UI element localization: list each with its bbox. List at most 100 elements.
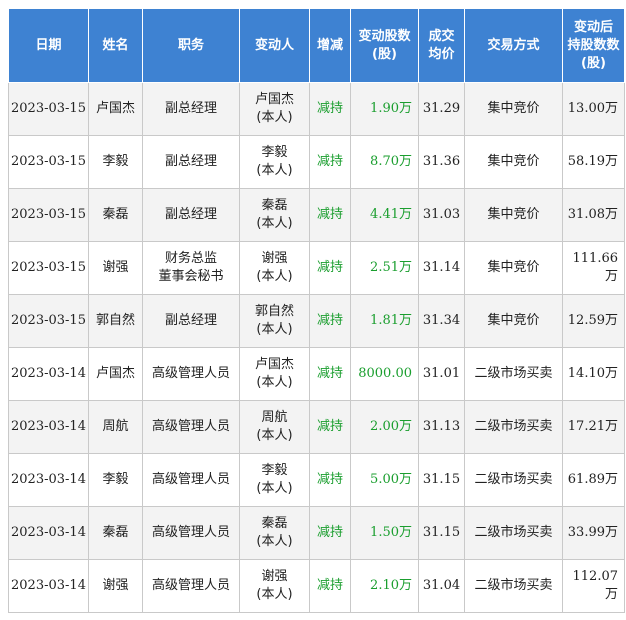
cell-method: 二级市场买卖 — [464, 506, 563, 560]
table-row: 2023-03-15 谢强 财务总监 董事会秘书 谢强 (本人) 减持 2.51万 31.14 集… — [8, 241, 625, 295]
cell-after: 58.19万 — [562, 135, 625, 189]
cell-price: 31.04 — [418, 559, 465, 613]
cell-date: 2023-03-15 — [8, 82, 89, 136]
cell-price: 31.03 — [418, 188, 465, 242]
cell-position: 副总经理 — [142, 82, 240, 136]
cell-price: 31.14 — [418, 241, 465, 295]
cell-position: 副总经理 — [142, 188, 240, 242]
cell-direction: 减持 — [309, 453, 351, 507]
cell-method: 集中竞价 — [464, 294, 563, 348]
cell-direction: 减持 — [309, 559, 351, 613]
cell-direction: 减持 — [309, 400, 351, 454]
header-position: 职务 — [142, 8, 240, 83]
cell-method: 集中竞价 — [464, 135, 563, 189]
table-row: 2023-03-15 秦磊 副总经理 秦磊 (本人) 减持 4.41万 31.03 集中竞价 31… — [8, 188, 625, 242]
cell-changer: 秦磊 (本人) — [239, 506, 310, 560]
cell-price: 31.36 — [418, 135, 465, 189]
cell-name: 谢强 — [88, 559, 143, 613]
cell-shares: 8.70万 — [350, 135, 419, 189]
cell-after: 111.66万 — [562, 241, 625, 295]
cell-date: 2023-03-15 — [8, 241, 89, 295]
cell-name: 李毅 — [88, 135, 143, 189]
cell-name: 周航 — [88, 400, 143, 454]
header-row: 日期 姓名 职务 变动人 增减 变动股数 (股) 成交 均价 交易方式 变动后 持股数… — [8, 8, 625, 83]
cell-shares: 5.00万 — [350, 453, 419, 507]
cell-direction: 减持 — [309, 188, 351, 242]
cell-changer: 谢强 (本人) — [239, 241, 310, 295]
cell-price: 31.15 — [418, 453, 465, 507]
cell-after: 12.59万 — [562, 294, 625, 348]
cell-price: 31.13 — [418, 400, 465, 454]
cell-position: 高级管理人员 — [142, 506, 240, 560]
cell-date: 2023-03-14 — [8, 453, 89, 507]
cell-position: 高级管理人员 — [142, 453, 240, 507]
header-shares: 变动股数 (股) — [350, 8, 419, 83]
cell-position: 财务总监 董事会秘书 — [142, 241, 240, 295]
cell-after: 13.00万 — [562, 82, 625, 136]
table-row: 2023-03-15 郭自然 副总经理 郭自然 (本人) 减持 1.81万 31.34 集中竞价… — [8, 294, 625, 348]
cell-position: 高级管理人员 — [142, 559, 240, 613]
cell-changer: 卢国杰 (本人) — [239, 347, 310, 401]
cell-shares: 1.90万 — [350, 82, 419, 136]
cell-direction: 减持 — [309, 241, 351, 295]
cell-shares: 2.10万 — [350, 559, 419, 613]
table-row: 2023-03-14 秦磊 高级管理人员 秦磊 (本人) 减持 1.50万 31.15 二级市场… — [8, 506, 625, 560]
header-price: 成交 均价 — [418, 8, 465, 83]
cell-date: 2023-03-15 — [8, 135, 89, 189]
cell-changer: 郭自然 (本人) — [239, 294, 310, 348]
cell-name: 谢强 — [88, 241, 143, 295]
cell-after: 112.07万 — [562, 559, 625, 613]
cell-after: 14.10万 — [562, 347, 625, 401]
cell-price: 31.34 — [418, 294, 465, 348]
cell-position: 副总经理 — [142, 294, 240, 348]
cell-changer: 周航 (本人) — [239, 400, 310, 454]
cell-name: 李毅 — [88, 453, 143, 507]
cell-direction: 减持 — [309, 347, 351, 401]
cell-date: 2023-03-14 — [8, 506, 89, 560]
cell-shares: 4.41万 — [350, 188, 419, 242]
table-row: 2023-03-15 李毅 副总经理 李毅 (本人) 减持 8.70万 31.36 集中竞价 58… — [8, 135, 625, 189]
cell-method: 二级市场买卖 — [464, 400, 563, 454]
cell-changer: 谢强 (本人) — [239, 559, 310, 613]
cell-date: 2023-03-15 — [8, 188, 89, 242]
table-row: 2023-03-14 周航 高级管理人员 周航 (本人) 减持 2.00万 31.13 二级市场… — [8, 400, 625, 454]
cell-date: 2023-03-14 — [8, 347, 89, 401]
cell-after: 31.08万 — [562, 188, 625, 242]
header-direction: 增减 — [309, 8, 351, 83]
header-after: 变动后 持股数数 (股) — [562, 8, 625, 83]
cell-date: 2023-03-15 — [8, 294, 89, 348]
cell-changer: 秦磊 (本人) — [239, 188, 310, 242]
table-row: 2023-03-14 谢强 高级管理人员 谢强 (本人) 减持 2.10万 31.04 二级市场… — [8, 559, 625, 613]
cell-shares: 8000.00 — [350, 347, 419, 401]
cell-price: 31.01 — [418, 347, 465, 401]
cell-name: 郭自然 — [88, 294, 143, 348]
cell-after: 61.89万 — [562, 453, 625, 507]
cell-method: 集中竞价 — [464, 188, 563, 242]
cell-changer: 李毅 (本人) — [239, 453, 310, 507]
header-changer: 变动人 — [239, 8, 310, 83]
cell-price: 31.15 — [418, 506, 465, 560]
header-date: 日期 — [8, 8, 89, 83]
table-row: 2023-03-14 李毅 高级管理人员 李毅 (本人) 减持 5.00万 31.15 二级市场… — [8, 453, 625, 507]
cell-date: 2023-03-14 — [8, 559, 89, 613]
insider-trading-table: 日期 姓名 职务 变动人 增减 变动股数 (股) 成交 均价 交易方式 变动后 持股数… — [8, 8, 625, 613]
cell-position: 副总经理 — [142, 135, 240, 189]
header-name: 姓名 — [88, 8, 143, 83]
cell-after: 33.99万 — [562, 506, 625, 560]
cell-shares: 2.51万 — [350, 241, 419, 295]
cell-price: 31.29 — [418, 82, 465, 136]
cell-shares: 1.81万 — [350, 294, 419, 348]
cell-changer: 卢国杰 (本人) — [239, 82, 310, 136]
cell-method: 集中竞价 — [464, 241, 563, 295]
cell-changer: 李毅 (本人) — [239, 135, 310, 189]
header-method: 交易方式 — [464, 8, 563, 83]
cell-name: 卢国杰 — [88, 82, 143, 136]
cell-direction: 减持 — [309, 294, 351, 348]
table-row: 2023-03-14 卢国杰 高级管理人员 卢国杰 (本人) 减持 8000.00 31.01… — [8, 347, 625, 401]
cell-position: 高级管理人员 — [142, 400, 240, 454]
cell-direction: 减持 — [309, 135, 351, 189]
cell-method: 集中竞价 — [464, 82, 563, 136]
cell-name: 卢国杰 — [88, 347, 143, 401]
cell-after: 17.21万 — [562, 400, 625, 454]
cell-name: 秦磊 — [88, 506, 143, 560]
